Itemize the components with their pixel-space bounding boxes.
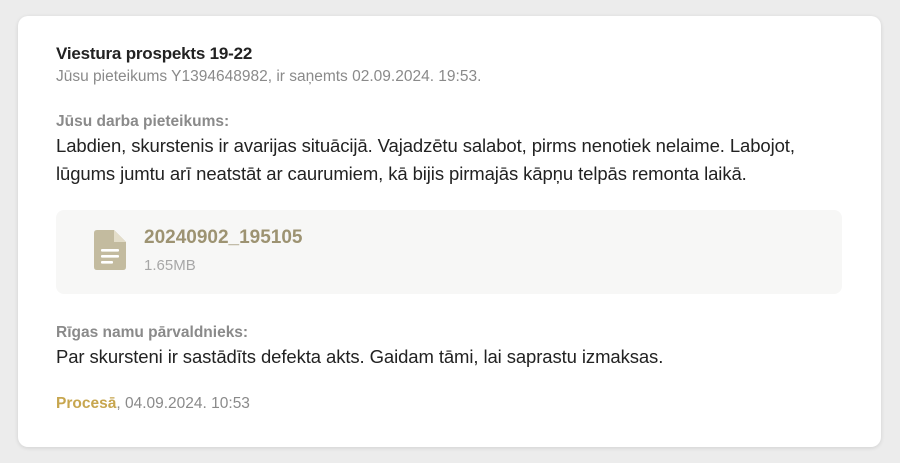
request-label: Jūsu darba pieteikums: bbox=[56, 113, 230, 130]
document-icon bbox=[94, 230, 126, 270]
status-separator: , bbox=[116, 395, 121, 412]
attachment-name[interactable]: 20240902_195105 bbox=[144, 227, 303, 249]
status-badge: Procesā bbox=[56, 395, 117, 412]
response-text: Par skursteni ir sastādīts defekta akts.… bbox=[56, 346, 664, 367]
ticket-card: Viestura prospekts 19-22 Jūsu pieteikums… bbox=[18, 16, 881, 447]
response-label: Rīgas namu pārvaldnieks: bbox=[56, 324, 249, 341]
status-timestamp: 04.09.2024. 10:53 bbox=[124, 395, 250, 412]
request-text: Labdien, skurstenis ir avarijas situācij… bbox=[56, 135, 795, 184]
ticket-received-line: Jūsu pieteikums Y1394648982, ir saņemts … bbox=[56, 68, 482, 85]
attachment-file[interactable]: 20240902_195105 1.65MB bbox=[56, 210, 842, 294]
attachment-size: 1.65MB bbox=[144, 257, 196, 274]
status-line: Procesā, 04.09.2024. 10:53 bbox=[56, 395, 843, 413]
ticket-address: Viestura prospekts 19-22 bbox=[56, 44, 253, 63]
